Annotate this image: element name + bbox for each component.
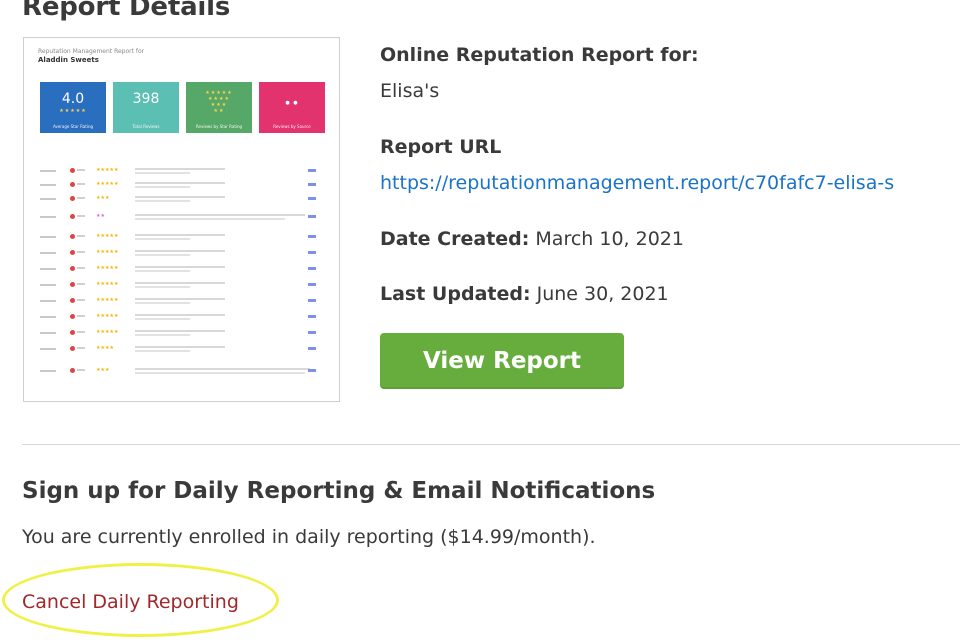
last-updated-value: June 30, 2021 <box>530 283 669 305</box>
thumbnail-header-line2: Aladdin Sweets <box>38 56 99 64</box>
tile-reviews-by-source: ● ● Reviews by Source <box>259 82 325 133</box>
cancel-daily-reporting-link[interactable]: Cancel Daily Reporting <box>22 591 239 613</box>
thumbnail-header-line1: Reputation Management Report for <box>38 48 145 55</box>
table-row: ★★★ <box>40 195 328 207</box>
daily-reporting-heading: Sign up for Daily Reporting & Email Noti… <box>22 478 656 504</box>
table-row: ★★★★★ <box>40 233 328 245</box>
google-icon <box>70 298 75 303</box>
last-updated-label: Last Updated: <box>380 283 531 305</box>
table-row: ★★★★★ <box>40 249 328 261</box>
section-title: Report Details <box>22 0 231 22</box>
tile-value: 398 <box>132 91 160 107</box>
star-rating-icon: ★★★★★ <box>59 108 87 114</box>
tile-label: Total Reviews <box>132 124 160 129</box>
tile-average-rating: 4.0 ★★★★★ Average Star Rating <box>40 82 106 133</box>
view-report-button[interactable]: View Report <box>380 333 624 389</box>
table-row: ★★★★★ <box>40 329 328 341</box>
google-icon <box>70 330 75 335</box>
section-divider <box>22 444 960 445</box>
table-row: ★★★ <box>40 367 328 379</box>
google-icon <box>70 196 75 201</box>
thumbnail-tiles: 4.0 ★★★★★ Average Star Rating 398 Total … <box>40 82 328 134</box>
google-icon <box>70 168 75 173</box>
google-icon <box>70 346 75 351</box>
date-created-label: Date Created: <box>380 228 530 250</box>
table-row: ★★★★ <box>40 345 328 357</box>
table-row: ★★★★★ <box>40 181 328 193</box>
tile-total-reviews: 398 Total Reviews <box>113 82 179 133</box>
table-row: ★★★★★ <box>40 313 328 325</box>
table-row: ★★ <box>40 213 328 225</box>
table-row: ★★★★★ <box>40 281 328 293</box>
source-icon: ● ● <box>285 100 299 106</box>
table-row: ★★★★★ <box>40 265 328 277</box>
date-created-row: Date Created: March 10, 2021 <box>380 228 684 250</box>
google-icon <box>70 182 75 187</box>
report-for-label: Online Reputation Report for: <box>380 44 699 66</box>
google-icon <box>70 314 75 319</box>
google-icon <box>70 266 75 271</box>
table-row: ★★★★★ <box>40 167 328 179</box>
table-row: ★★★★★ <box>40 297 328 309</box>
date-created-value: March 10, 2021 <box>529 228 684 250</box>
star-breakdown-icon: ★★★★★ ★★★★ ★★★ ★★ <box>205 90 233 114</box>
google-icon <box>70 282 75 287</box>
report-url-link[interactable]: https://reputationmanagement.report/c70f… <box>380 172 894 194</box>
google-icon <box>70 368 75 373</box>
tile-label: Reviews by Source <box>273 124 311 129</box>
tile-label: Reviews by Star Rating <box>195 124 243 129</box>
report-thumbnail[interactable]: Reputation Management Report for Aladdin… <box>23 37 340 402</box>
enrollment-status-text: You are currently enrolled in daily repo… <box>22 526 596 548</box>
google-icon <box>70 250 75 255</box>
google-icon <box>70 234 75 239</box>
tile-reviews-by-star: ★★★★★ ★★★★ ★★★ ★★ Reviews by Star Rating <box>186 82 252 133</box>
last-updated-row: Last Updated: June 30, 2021 <box>380 283 669 305</box>
google-icon <box>70 214 75 219</box>
tile-label: Average Star Rating <box>52 124 94 129</box>
report-for-value: Elisa's <box>380 80 440 102</box>
report-url-label: Report URL <box>380 136 502 158</box>
tile-value: 4.0 <box>61 91 85 107</box>
